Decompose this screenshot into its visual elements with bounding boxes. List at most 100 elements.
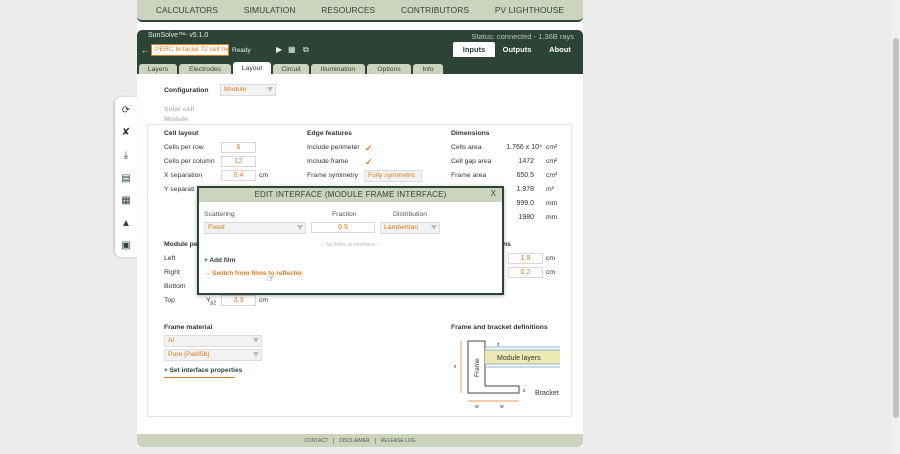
- frame-dimensions-title: ns: [503, 241, 511, 248]
- dimensions-title: Dimensions: [451, 130, 490, 137]
- footer-contact[interactable]: CONTACT: [304, 438, 328, 444]
- frame-area-label: Frame area: [451, 172, 487, 179]
- chevron-down-icon: [253, 338, 259, 343]
- set-interface-properties-link[interactable]: + Set interface properties: [164, 367, 242, 378]
- tab-inputs[interactable]: Inputs: [453, 42, 495, 57]
- file-chart-icon[interactable]: ▦: [120, 195, 132, 207]
- configuration-value: Module: [224, 86, 247, 93]
- module-area-unit: m²: [546, 186, 554, 193]
- subtab-circuit[interactable]: Circuit: [273, 64, 309, 74]
- subtab-options[interactable]: Options: [367, 64, 411, 74]
- subtab-info[interactable]: Info: [413, 64, 443, 74]
- subtab-illumination[interactable]: Illumination: [311, 64, 365, 74]
- cells-per-row-input[interactable]: 6: [221, 142, 256, 153]
- frame-thickness-unit: cm: [546, 269, 556, 276]
- frame-bracket-diagram: Module layers Frame Bracket z z z w w: [454, 340, 560, 410]
- zb-label: z: [523, 388, 526, 394]
- download-icon[interactable]: ⤓: [120, 150, 132, 162]
- distribution-select[interactable]: Lambertian: [380, 222, 440, 234]
- add-film-link[interactable]: + Add film: [204, 257, 235, 264]
- cells-per-column-input[interactable]: 12: [221, 156, 256, 167]
- frame-symmetry-select[interactable]: Fully symmetric: [364, 170, 422, 182]
- frame-symmetry-value: Fully symmetric: [368, 172, 416, 179]
- switch-to-reflector-link[interactable]: → Switch from films to reflector: [204, 270, 302, 277]
- tab-outputs[interactable]: Outputs: [498, 42, 536, 57]
- perimeter-top-label: Top: [164, 297, 175, 304]
- cell-gap-area-value: 1472: [518, 158, 534, 165]
- frame-grade-select[interactable]: Pure [Pal85b]: [164, 349, 262, 361]
- footer: CONTACT DISCLAIMER RELEASE LOG: [137, 434, 583, 447]
- include-frame-checkbox[interactable]: ✓: [365, 157, 375, 167]
- dialog-title: EDIT INTERFACE (MODULE FRAME INTERFACE): [199, 188, 502, 202]
- include-perimeter-checkbox[interactable]: ✓: [365, 143, 375, 153]
- frame-label: Frame: [474, 358, 481, 377]
- subtab-layout[interactable]: Layout: [233, 62, 271, 74]
- frame-material-title: Frame material: [164, 324, 213, 331]
- chevron-down-icon: [267, 87, 273, 92]
- cells-area-label: Cells area: [451, 144, 482, 151]
- module-length-unit: mm: [546, 214, 558, 221]
- chat-icon[interactable]: ▣: [120, 240, 132, 252]
- input-subtabs: Layers Electrodes Layout Circuit Illumin…: [137, 62, 583, 74]
- x-separation-unit: cm: [259, 172, 269, 179]
- scrollbar-thumb[interactable]: [893, 38, 899, 418]
- pointer-cursor-icon: ☞: [266, 274, 275, 285]
- top-navigation: CALCULATORS SIMULATION RESOURCES CONTRIB…: [137, 0, 583, 22]
- page-scrollbar[interactable]: [892, 0, 900, 454]
- play-icon[interactable]: ▶: [276, 45, 282, 54]
- fraction-input[interactable]: 0.5: [311, 222, 375, 233]
- footer-separator: [374, 437, 376, 444]
- perimeter-top-input[interactable]: 3.3: [221, 295, 256, 306]
- subtab-electrodes[interactable]: Electrodes: [179, 64, 231, 74]
- version-label: SunSolve™- v5.1.0: [148, 32, 209, 39]
- project-selector[interactable]: PERC bi-facial 72 cell mo: [151, 44, 229, 56]
- nav-contributors[interactable]: CONTRIBUTORS: [401, 5, 469, 15]
- distribution-column-header: Distribution: [393, 211, 427, 218]
- save-grid-icon[interactable]: ▦: [288, 45, 296, 54]
- module-width-unit: mm: [546, 200, 558, 207]
- cells-area-value: 1.766 x 10⁴: [506, 144, 542, 151]
- frame-material-select[interactable]: Al: [164, 335, 262, 347]
- frame-width-unit: cm: [546, 255, 556, 262]
- scattering-select[interactable]: Fixed: [204, 222, 306, 234]
- y-separation-label: Y separati: [164, 186, 195, 193]
- frame-bracket-title: Frame and bracket definitions: [451, 324, 548, 331]
- nav-calculators[interactable]: CALCULATORS: [156, 5, 218, 15]
- nav-pv-lighthouse[interactable]: PV LIGHTHOUSE: [495, 5, 564, 15]
- cell-gap-area-label: Cell gap area: [451, 158, 492, 165]
- footer-release-log[interactable]: RELEASE LOG: [381, 438, 416, 444]
- frame-area-value: 650.5: [516, 172, 534, 179]
- module-layers-label: Module layers: [497, 355, 541, 362]
- back-arrow-icon[interactable]: ←: [141, 46, 149, 55]
- nav-resources[interactable]: RESOURCES: [321, 5, 375, 15]
- top-symbol-sub: p2: [210, 300, 217, 307]
- section-module[interactable]: Module: [164, 116, 188, 123]
- chevron-down-icon: [253, 352, 259, 357]
- frame-grade-value: Pure [Pal85b]: [168, 351, 210, 358]
- graduation-cap-icon[interactable]: ▲: [120, 218, 132, 230]
- footer-disclaimer[interactable]: DISCLAIMER: [339, 438, 370, 444]
- frame-thickness-input[interactable]: 0.2: [508, 267, 543, 278]
- frame-symmetry-label: Frame symmetry: [307, 172, 358, 179]
- configuration-select[interactable]: Module: [220, 84, 276, 96]
- run-state: Ready: [232, 47, 251, 54]
- copy-icon[interactable]: ⧉: [303, 45, 309, 55]
- subtab-layers[interactable]: Layers: [139, 64, 177, 74]
- x-separation-input[interactable]: 0.4: [221, 170, 256, 181]
- edit-interface-dialog: EDIT INTERFACE (MODULE FRAME INTERFACE) …: [197, 186, 504, 295]
- tab-about[interactable]: About: [540, 42, 580, 57]
- bracket-label: Bracket: [535, 390, 559, 397]
- connection-status: Status: connected - 1.36B rays: [471, 32, 574, 41]
- section-solar-cell[interactable]: Solar cell: [164, 106, 194, 113]
- frame-width-input[interactable]: 1.9: [508, 253, 543, 264]
- refresh-icon[interactable]: ⟳: [120, 105, 132, 117]
- nav-simulation[interactable]: SIMULATION: [244, 5, 296, 15]
- include-frame-label: Include frame: [307, 158, 349, 165]
- cart-icon[interactable]: ✘: [120, 127, 132, 139]
- dialog-close-button[interactable]: X: [491, 189, 496, 198]
- file-export-icon[interactable]: ▤: [120, 173, 132, 185]
- zf-label: z: [454, 364, 457, 370]
- scattering-value: Fixed: [208, 224, 225, 231]
- cells-per-column-label: Cells per column: [164, 158, 215, 165]
- wb-label: w: [500, 404, 504, 410]
